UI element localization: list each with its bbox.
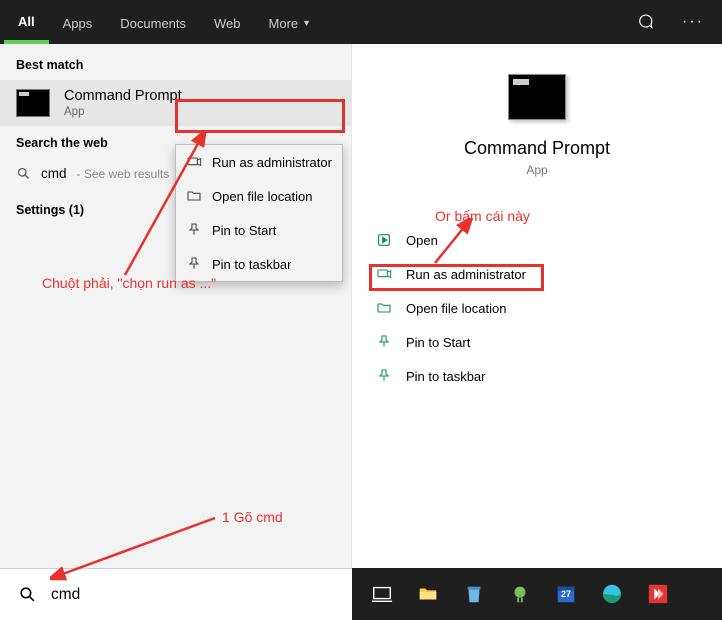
best-match-item[interactable]: Command Prompt App xyxy=(0,80,351,126)
folder-icon xyxy=(186,188,202,204)
action-pin-taskbar-label: Pin to taskbar xyxy=(406,369,486,384)
cmd-large-icon xyxy=(508,74,566,120)
recycle-bin-button[interactable] xyxy=(460,580,488,608)
right-details-column: Command Prompt App Open Run as administr… xyxy=(352,44,722,568)
more-options-button[interactable]: ··· xyxy=(668,0,718,44)
tab-apps-label: Apps xyxy=(63,16,93,31)
task-view-button[interactable] xyxy=(368,580,396,608)
left-results-column: Best match Command Prompt App Search the… xyxy=(0,44,352,568)
shield-icon xyxy=(376,266,392,282)
tab-all-label: All xyxy=(18,14,35,29)
search-icon xyxy=(16,166,31,181)
anydesk-button[interactable] xyxy=(644,580,672,608)
search-icon xyxy=(18,585,37,604)
tab-documents[interactable]: Documents xyxy=(106,0,200,44)
chevron-down-icon: ▼ xyxy=(302,18,311,28)
folder-icon xyxy=(376,300,392,316)
action-open-file-location[interactable]: Open file location xyxy=(366,291,708,325)
calendar-date-badge: 27 xyxy=(561,589,571,599)
big-thumb-wrap xyxy=(352,44,722,120)
action-run-as-admin[interactable]: Run as administrator xyxy=(366,257,708,291)
best-match-type: App xyxy=(64,106,182,118)
tab-all[interactable]: All xyxy=(4,0,49,44)
ctx-pin-start-label: Pin to Start xyxy=(212,223,276,238)
ctx-pin-to-taskbar[interactable]: Pin to taskbar xyxy=(176,247,342,281)
detail-app-name: Command Prompt xyxy=(352,138,722,159)
action-pin-start-label: Pin to Start xyxy=(406,335,470,350)
windows-taskbar: 27 xyxy=(352,568,722,620)
ellipsis-icon: ··· xyxy=(682,13,704,31)
cmd-thumbnail-icon xyxy=(16,89,50,117)
pin-icon xyxy=(186,256,202,272)
search-panel: Best match Command Prompt App Search the… xyxy=(0,44,722,568)
calendar-button[interactable]: 27 xyxy=(552,580,580,608)
search-web-header-label: Search the web xyxy=(16,136,108,150)
edge-browser-button[interactable] xyxy=(598,580,626,608)
ctx-open-file-location[interactable]: Open file location xyxy=(176,179,342,213)
tab-web-label: Web xyxy=(214,16,241,31)
tab-more[interactable]: More ▼ xyxy=(255,0,326,44)
ctx-pin-taskbar-label: Pin to taskbar xyxy=(212,257,292,272)
action-pin-to-taskbar[interactable]: Pin to taskbar xyxy=(366,359,708,393)
tab-web[interactable]: Web xyxy=(200,0,255,44)
search-input[interactable] xyxy=(51,586,334,604)
web-query-text: cmd xyxy=(41,166,67,181)
action-open[interactable]: Open xyxy=(366,223,708,257)
pin-icon xyxy=(376,368,392,384)
web-query-hint: - See web results xyxy=(77,167,170,181)
feedback-button[interactable] xyxy=(622,0,668,44)
detail-app-type: App xyxy=(352,163,722,177)
android-studio-button[interactable] xyxy=(506,580,534,608)
best-match-header: Best match xyxy=(0,44,351,80)
pin-icon xyxy=(376,334,392,350)
ctx-open-loc-label: Open file location xyxy=(212,189,312,204)
tab-documents-label: Documents xyxy=(120,16,186,31)
action-run-admin-label: Run as administrator xyxy=(406,267,526,282)
shield-icon xyxy=(186,154,202,170)
search-bar[interactable] xyxy=(0,568,352,620)
ctx-run-as-admin-label: Run as administrator xyxy=(212,155,332,170)
ctx-run-as-admin[interactable]: Run as administrator xyxy=(176,145,342,179)
context-menu: Run as administrator Open file location … xyxy=(175,144,343,282)
action-open-label: Open xyxy=(406,233,438,248)
best-match-name: Command Prompt xyxy=(64,88,182,104)
action-pin-to-start[interactable]: Pin to Start xyxy=(366,325,708,359)
tab-apps[interactable]: Apps xyxy=(49,0,107,44)
open-icon xyxy=(376,232,392,248)
ctx-pin-to-start[interactable]: Pin to Start xyxy=(176,213,342,247)
file-explorer-button[interactable] xyxy=(414,580,442,608)
top-filter-bar: All Apps Documents Web More ▼ ··· xyxy=(0,0,722,44)
pin-icon xyxy=(186,222,202,238)
action-open-loc-label: Open file location xyxy=(406,301,506,316)
detail-actions: Open Run as administrator Open file loca… xyxy=(352,177,722,393)
tab-more-label: More xyxy=(269,16,299,31)
